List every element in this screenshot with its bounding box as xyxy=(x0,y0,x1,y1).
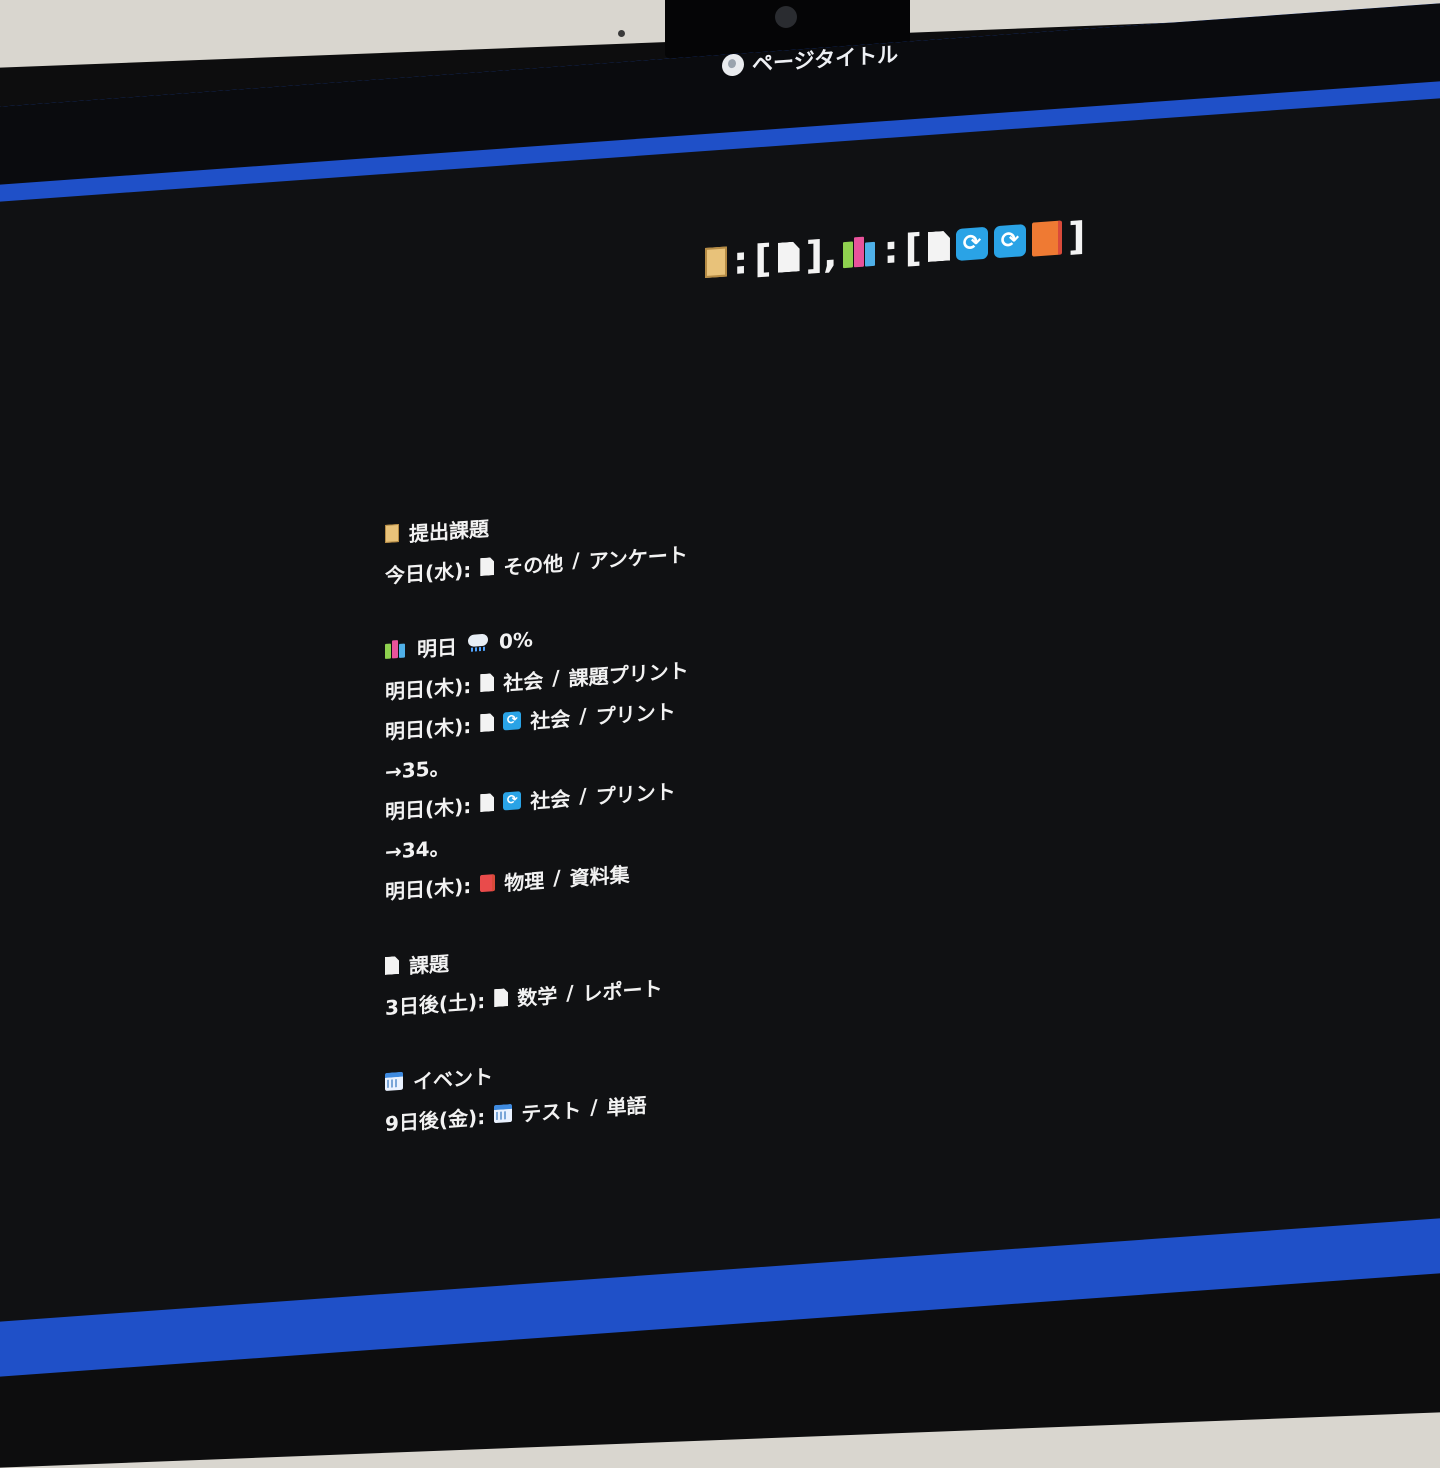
subject: 社会 xyxy=(503,668,544,695)
subject: その他 xyxy=(503,550,564,579)
legend-colon-1: : xyxy=(733,237,749,284)
separator: / xyxy=(579,783,587,809)
due-label: 明日(木): xyxy=(385,793,472,824)
document-icon xyxy=(480,713,494,732)
subject: テスト xyxy=(521,1097,582,1126)
heading-text: 提出課題 xyxy=(409,516,489,546)
item-name: アンケート xyxy=(588,541,688,573)
book-icon xyxy=(480,873,496,892)
item-name: プリント xyxy=(595,698,676,729)
clipboard-icon xyxy=(385,523,399,543)
schedule-list: 提出課題 今日(水): その他 / アンケート 明日 0% 明日(木): 社会 … xyxy=(385,492,689,1142)
subject: 社会 xyxy=(530,786,571,814)
separator: / xyxy=(566,980,574,1005)
due-label: 明日(木): xyxy=(385,673,472,704)
separator: / xyxy=(579,703,587,729)
document-icon xyxy=(778,241,800,273)
refresh-icon: ⟳ xyxy=(503,791,522,811)
document-icon xyxy=(928,230,950,262)
calendar-icon xyxy=(494,1103,513,1124)
page-favicon-icon xyxy=(722,53,744,77)
refresh-icon: ⟳ xyxy=(503,711,522,731)
separator: / xyxy=(553,865,561,890)
webcam-lens xyxy=(775,6,797,28)
clipboard-icon xyxy=(705,246,727,279)
due-label: 3日後(土): xyxy=(385,988,486,1020)
icon-legend: : [ ], : [ ⟳ ⟳ ] xyxy=(705,214,1085,285)
heading-text: 明日 xyxy=(417,634,457,662)
item-name: レポート xyxy=(582,975,663,1006)
book-icon xyxy=(1031,220,1062,257)
microphone-dot xyxy=(618,30,625,37)
separator: / xyxy=(552,665,560,690)
note: →34。 xyxy=(385,834,450,864)
due-label: 明日(木): xyxy=(385,713,472,744)
document-icon xyxy=(480,793,494,812)
due-label: 明日(木): xyxy=(385,873,472,904)
screen: ページタイトル : [ ], : [ ⟳ ⟳ ] 提出課題 今日(水): その他… xyxy=(0,2,1440,1378)
subject: 物理 xyxy=(504,868,545,895)
item-name: 課題プリント xyxy=(568,657,689,691)
due-label: 9日後(金): xyxy=(385,1104,486,1136)
legend-close-bracket: ] xyxy=(1067,213,1086,260)
document-icon xyxy=(480,557,494,576)
heading-text: イベント xyxy=(413,1063,493,1094)
rain-chance: 0% xyxy=(499,627,533,654)
due-label: 今日(水): xyxy=(385,557,472,588)
books-icon xyxy=(385,639,407,659)
document-icon xyxy=(385,956,399,975)
item-name: 単語 xyxy=(606,1092,647,1120)
subject: 数学 xyxy=(517,983,558,1010)
legend-close-bracket-comma: ], xyxy=(805,231,838,278)
document-icon xyxy=(480,673,494,692)
legend-colon-2: : xyxy=(883,227,899,273)
rain-cloud-icon xyxy=(467,634,489,654)
heading-text: 課題 xyxy=(409,950,449,978)
legend-open-bracket-2: [ xyxy=(904,225,922,271)
item-name: プリント xyxy=(595,778,676,809)
note: →35。 xyxy=(385,754,450,784)
separator: / xyxy=(590,1094,598,1120)
refresh-icon: ⟳ xyxy=(955,226,988,262)
calendar-icon xyxy=(385,1071,403,1091)
books-icon xyxy=(843,236,877,269)
legend-open-bracket-1: [ xyxy=(754,236,772,282)
item-name: 資料集 xyxy=(569,861,630,891)
page-content: : [ ], : [ ⟳ ⟳ ] 提出課題 今日(水): その他 / アンケート… xyxy=(0,96,1440,1322)
refresh-icon: ⟳ xyxy=(993,224,1026,259)
document-icon xyxy=(494,988,508,1007)
separator: / xyxy=(572,548,580,573)
subject: 社会 xyxy=(530,706,571,734)
